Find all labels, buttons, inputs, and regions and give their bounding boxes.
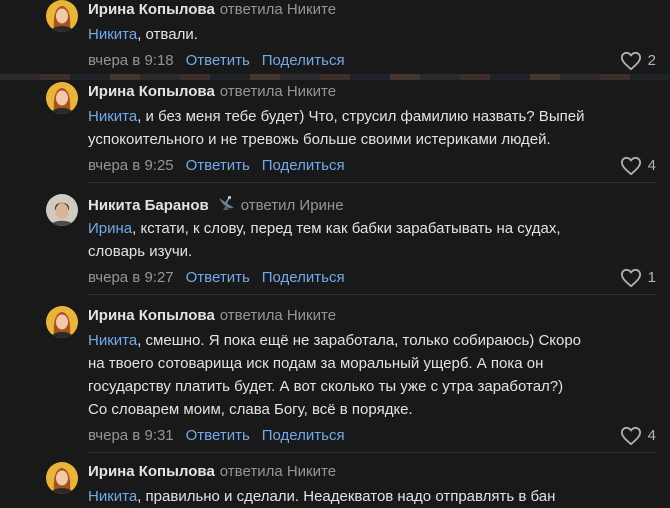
text-line: , и без меня тебе будет) Что, струсил фа… — [137, 108, 585, 125]
reply-to-link[interactable]: ответил Ирине — [241, 197, 344, 214]
timestamp[interactable]: вчера в 9:25 — [88, 157, 174, 174]
avatar[interactable] — [46, 462, 78, 494]
like-count: 2 — [647, 52, 656, 69]
mention-link[interactable]: Никита — [88, 332, 137, 349]
mention-link[interactable]: Никита — [88, 488, 137, 505]
reply-button[interactable]: Ответить — [186, 269, 250, 286]
like-count: 1 — [647, 269, 656, 286]
heart-icon — [620, 268, 642, 288]
author-name[interactable]: Никита Баранов — [88, 197, 209, 214]
heart-icon — [620, 51, 642, 71]
avatar[interactable] — [46, 0, 78, 32]
comment-text: Ирина, кстати, к слову, перед тем как ба… — [88, 217, 656, 263]
comment-text: Никита, смешно. Я пока ещё не заработала… — [88, 329, 656, 421]
reply-button[interactable]: Ответить — [186, 427, 250, 444]
share-button[interactable]: Поделиться — [262, 157, 345, 174]
mention-link[interactable]: Никита — [88, 108, 137, 125]
share-button[interactable]: Поделиться — [262, 427, 345, 444]
timestamp[interactable]: вчера в 9:31 — [88, 427, 174, 444]
image-strip — [0, 74, 670, 80]
author-name[interactable]: Ирина Копылова — [88, 83, 215, 100]
divider — [88, 452, 656, 453]
text-line: , кстати, к слову, перед тем как бабки з… — [132, 220, 561, 237]
heart-icon — [620, 156, 642, 176]
like-button[interactable]: 1 — [620, 267, 656, 289]
author-name[interactable]: Ирина Копылова — [88, 307, 215, 324]
text-line: государству платить будет. А вот сколько… — [88, 378, 564, 395]
reply-to-link[interactable]: ответила Никите — [220, 463, 336, 480]
avatar[interactable] — [46, 306, 78, 338]
avatar[interactable] — [46, 82, 78, 114]
divider — [88, 182, 656, 183]
text-line: словарь изучи. — [88, 243, 193, 260]
reply-button[interactable]: Ответить — [186, 157, 250, 174]
reply-button[interactable]: Ответить — [186, 52, 250, 69]
like-button[interactable]: 4 — [620, 425, 656, 447]
divider — [88, 294, 656, 295]
like-count: 4 — [647, 157, 656, 174]
like-count: 4 — [647, 427, 656, 444]
comment-text: Никита, и без меня тебе будет) Что, стру… — [88, 105, 656, 151]
text-line: , правильно и сделали. Неадекватов надо … — [137, 488, 556, 505]
text-line: , отвали. — [137, 26, 198, 43]
heart-icon — [620, 426, 642, 446]
text-line: Со словарем моим, слава Богу, всё в поря… — [88, 401, 413, 418]
timestamp[interactable]: вчера в 9:18 — [88, 52, 174, 69]
text-line: на твоего сотоварища иск подам за мораль… — [88, 355, 544, 372]
author-name[interactable]: Ирина Копылова — [88, 1, 215, 18]
comment-text: Никита, отвали. — [88, 23, 656, 46]
share-button[interactable]: Поделиться — [262, 52, 345, 69]
share-button[interactable]: Поделиться — [262, 269, 345, 286]
mention-link[interactable]: Никита — [88, 26, 137, 43]
author-name[interactable]: Ирина Копылова — [88, 463, 215, 480]
like-button[interactable]: 2 — [620, 50, 656, 72]
reply-to-link[interactable]: ответила Никите — [220, 83, 336, 100]
comment-text: Никита, правильно и сделали. Неадекватов… — [88, 485, 656, 508]
timestamp[interactable]: вчера в 9:27 — [88, 269, 174, 286]
avatar[interactable] — [46, 194, 78, 226]
reply-to-link[interactable]: ответила Никите — [220, 307, 336, 324]
like-button[interactable]: 4 — [620, 155, 656, 177]
text-line: успокоительного и не тревожь больше свои… — [88, 131, 551, 148]
mention-link[interactable]: Ирина — [88, 220, 132, 237]
satellite-dish-icon — [215, 194, 237, 218]
text-line: , смешно. Я пока ещё не заработала, толь… — [137, 332, 582, 349]
reply-to-link[interactable]: ответила Никите — [220, 1, 336, 18]
